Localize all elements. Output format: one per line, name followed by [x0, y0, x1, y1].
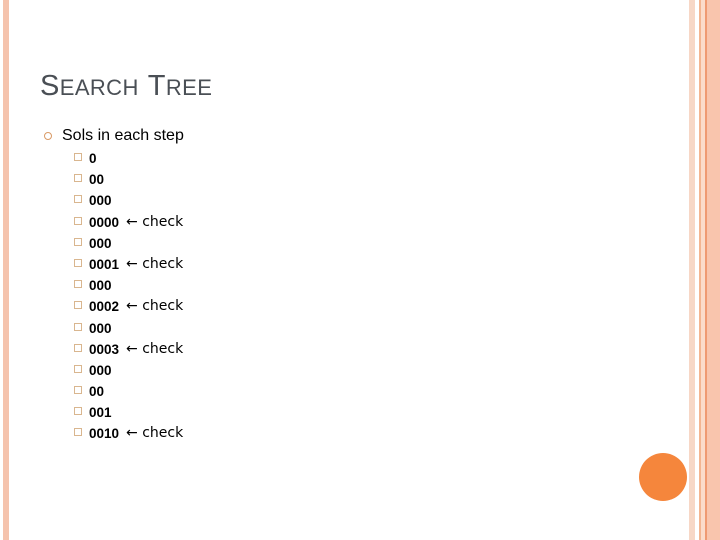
- bullet-level2-list: 0 00 000 0000 ← check 000 0001 ← check 000 0002 ← …: [44, 148, 604, 445]
- slide-body: Sols in each step 0 00 000 0000 ← check 000 00…: [44, 126, 604, 445]
- right-decor-stripe-1: [689, 0, 695, 540]
- title-word2-rest: REE: [165, 75, 213, 100]
- right-decor-stripe-5: [707, 0, 720, 540]
- list-item-label: 00: [89, 172, 105, 188]
- square-bullet-icon: [74, 275, 89, 289]
- list-item: 0010 ← check: [74, 423, 604, 444]
- list-item-label: 00: [89, 384, 105, 400]
- list-item: 0: [74, 148, 604, 169]
- square-bullet-icon: [74, 423, 89, 437]
- bullet-level1: Sols in each step: [44, 126, 604, 145]
- slide-canvas: SEARCH TREE Sols in each step 0 00 000 0000 ←…: [0, 0, 720, 540]
- list-item-annotation: ← check: [126, 340, 184, 357]
- list-item: 0000 ← check: [74, 212, 604, 233]
- square-bullet-icon: [74, 318, 89, 331]
- list-item: 0001 ← check: [74, 254, 604, 275]
- square-bullet-icon: [74, 148, 89, 161]
- square-bullet-icon: [74, 360, 89, 373]
- list-item: 0002 ← check: [74, 296, 604, 317]
- list-item-annotation: ← check: [126, 255, 184, 272]
- list-item-annotation: ← check: [126, 213, 184, 230]
- list-item: 001: [74, 402, 604, 423]
- ring-bullet-icon: [44, 126, 62, 140]
- square-bullet-icon: [74, 339, 89, 352]
- list-item: 00: [74, 169, 604, 190]
- list-item-label: 000: [89, 320, 112, 336]
- title-word1-rest: EARCH: [59, 75, 139, 100]
- bullet-level1-label: Sols in each step: [62, 127, 184, 144]
- square-bullet-icon: [74, 381, 89, 395]
- list-item: 000: [74, 233, 604, 254]
- list-item-label: 0001: [89, 256, 120, 272]
- left-decor-stripe: [3, 0, 9, 540]
- list-item-label: 000: [89, 235, 112, 251]
- title-word2-capital: T: [147, 70, 166, 102]
- list-item-label: 0003: [89, 341, 120, 357]
- list-item-label: 0002: [89, 299, 120, 315]
- list-item-annotation: ← check: [126, 298, 184, 315]
- list-item-label: 000: [89, 362, 112, 378]
- square-bullet-icon: [74, 233, 89, 246]
- list-item: 00: [74, 381, 604, 402]
- list-item: 000: [74, 318, 604, 339]
- page-title: SEARCH TREE: [40, 70, 212, 103]
- square-bullet-icon: [74, 402, 89, 416]
- square-bullet-icon: [74, 169, 89, 183]
- title-word1-capital: S: [40, 70, 60, 102]
- orange-accent-circle: [639, 453, 687, 501]
- list-item: 000: [74, 275, 604, 296]
- square-bullet-icon: [74, 212, 89, 225]
- list-item-label: 000: [89, 193, 112, 209]
- list-item: 0003 ← check: [74, 339, 604, 360]
- square-bullet-icon: [74, 296, 89, 310]
- list-item-label: 000: [89, 278, 112, 294]
- list-item: 000: [74, 190, 604, 211]
- list-item-label: 001: [89, 405, 112, 421]
- square-bullet-icon: [74, 190, 89, 204]
- list-item-label: 0000: [89, 214, 120, 230]
- list-item-label: 0010: [89, 426, 120, 442]
- list-item: 000: [74, 360, 604, 381]
- square-bullet-icon: [74, 254, 89, 267]
- list-item-annotation: ← check: [126, 425, 184, 442]
- list-item-label: 0: [89, 151, 97, 166]
